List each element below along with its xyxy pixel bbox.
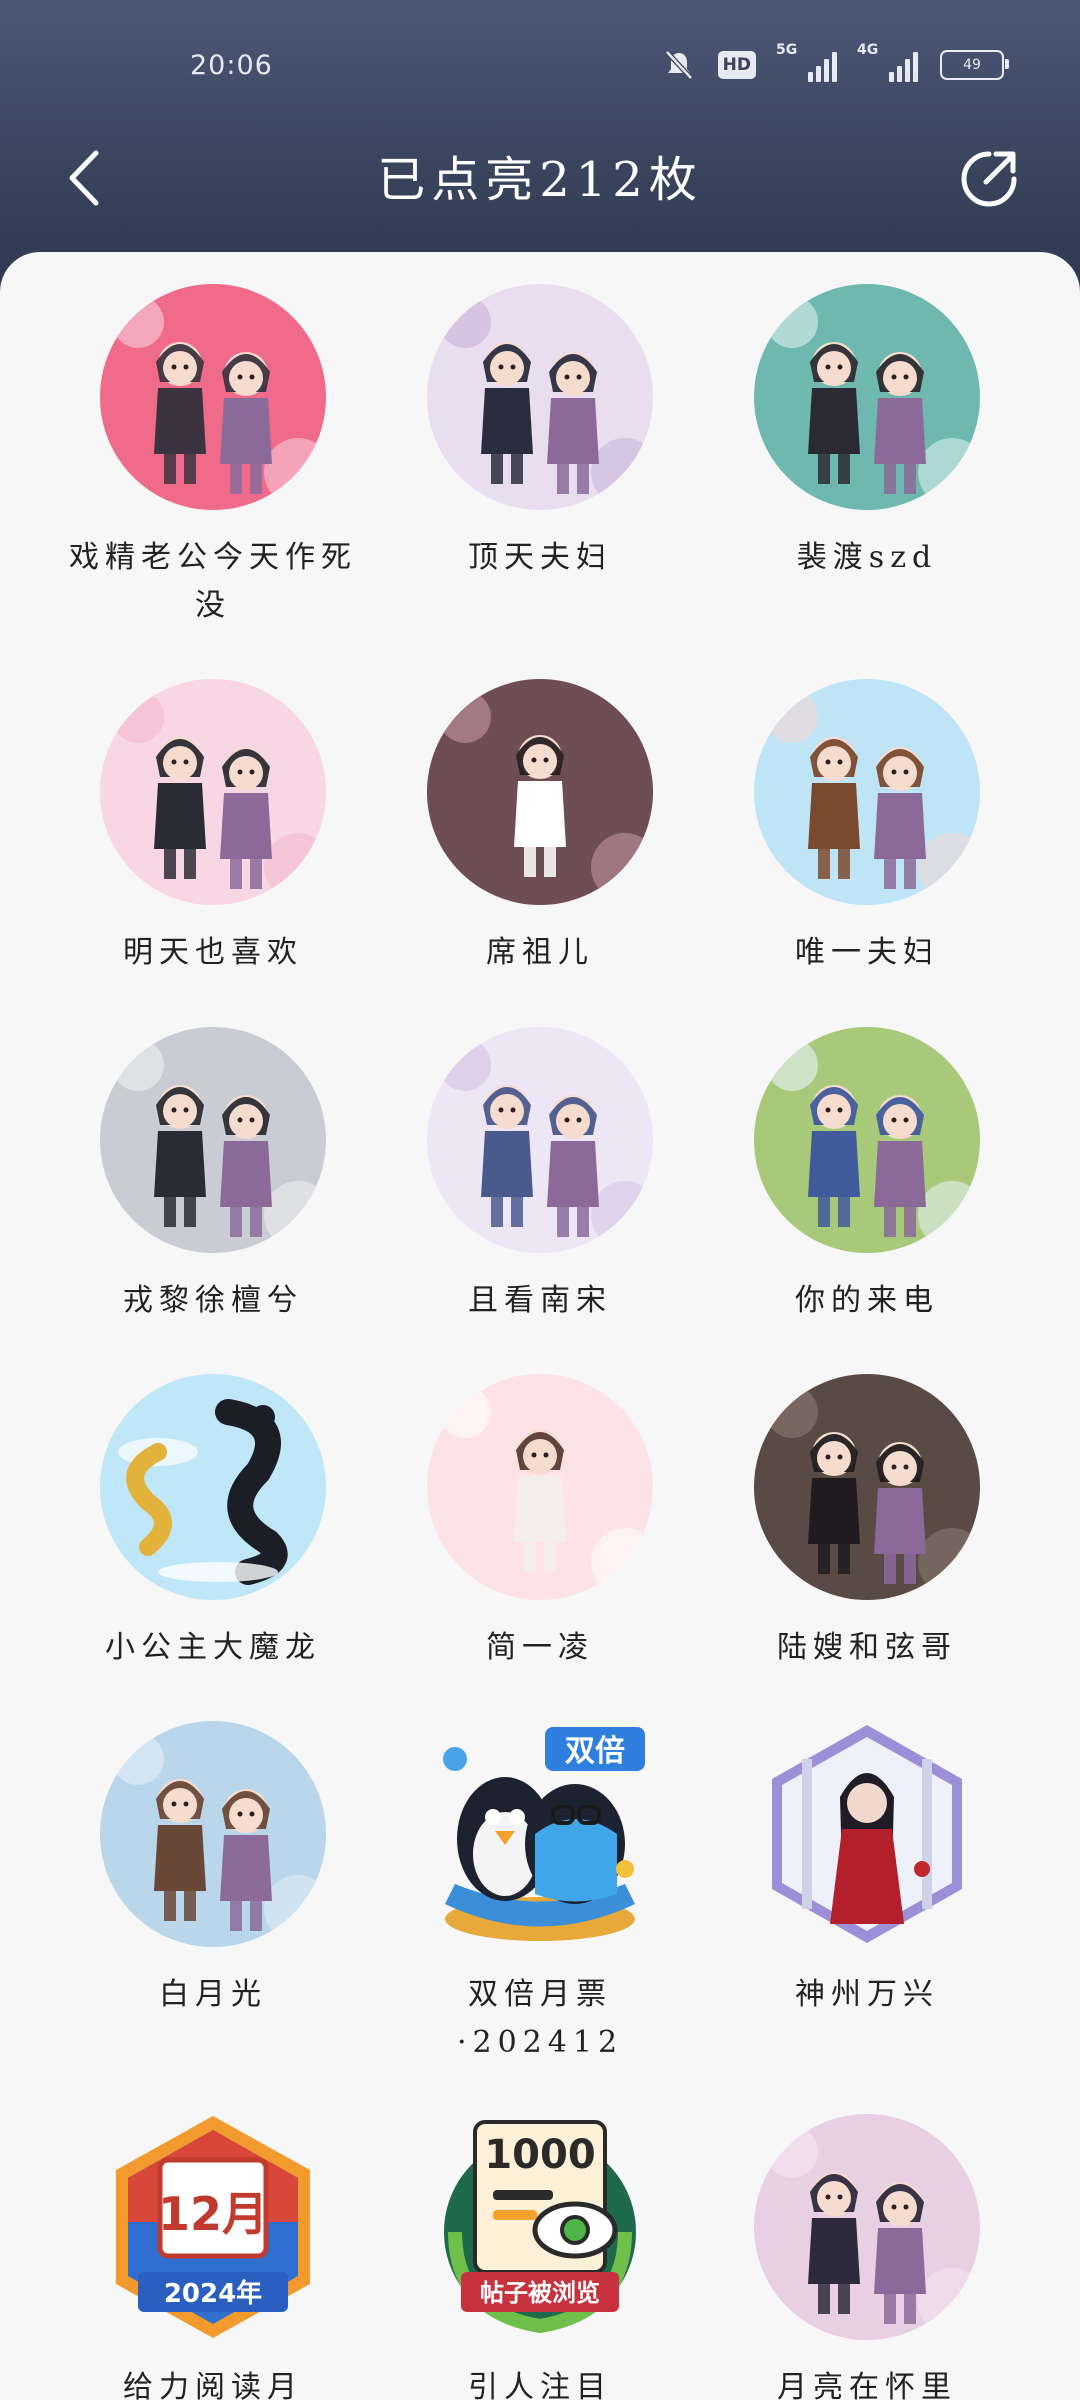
couple-badge-icon xyxy=(425,282,655,512)
badge-label: 且看南宋 xyxy=(468,1283,612,1318)
penguin-badge-icon: 双倍 xyxy=(425,1719,655,1949)
badge-label: 戏精老公今天作死没 xyxy=(69,540,357,623)
signal-5g-icon: 5G xyxy=(776,42,837,82)
status-time: 20:06 xyxy=(190,50,273,81)
couple-badge-icon xyxy=(752,282,982,512)
badge-label: 戎黎徐檀兮 xyxy=(123,1283,303,1318)
battery-icon: 49 xyxy=(940,50,1009,80)
status-icons: HD 5G 4G 49 xyxy=(662,42,1009,82)
badge-item[interactable]: 明天也喜欢 xyxy=(48,677,378,977)
couple-badge-icon xyxy=(425,1025,655,1255)
badge-label: 神州万兴 xyxy=(795,1977,939,2012)
badge-label: 简一凌 xyxy=(486,1630,594,1665)
status-bar: 20:06 HD 5G 4G 49 xyxy=(0,40,1080,96)
badge-item[interactable]: 顶天夫妇 xyxy=(375,282,705,582)
couple-badge-icon xyxy=(752,677,982,907)
badge-label: 引人注目 xyxy=(468,2370,612,2400)
couple-badge-icon xyxy=(98,282,328,512)
badge-label: 席祖儿 xyxy=(486,935,594,970)
couple-badge-icon xyxy=(98,1025,328,1255)
svg-text:双倍: 双倍 xyxy=(565,1734,625,1769)
badge-item[interactable]: 双倍 双倍月票·202412 xyxy=(375,1719,705,2067)
badge-label: 明天也喜欢 xyxy=(123,935,303,970)
badge-item[interactable]: 唯一夫妇 xyxy=(702,677,1032,977)
hd-icon: HD xyxy=(717,51,756,79)
badge-label: 陆嫂和弦哥 xyxy=(777,1630,957,1665)
share-icon[interactable] xyxy=(956,146,1022,212)
couple-badge-icon xyxy=(752,2112,982,2342)
dragon-badge-icon xyxy=(98,1372,328,1602)
page-title: 已点亮212枚 xyxy=(377,152,703,208)
badge-item[interactable]: 神州万兴 xyxy=(702,1719,1032,2019)
badge-item[interactable]: 戏精老公今天作死没 xyxy=(48,282,378,630)
mute-icon xyxy=(664,50,693,80)
badge-label: 双倍月票·202412 xyxy=(456,1977,624,2060)
girl-badge-icon xyxy=(425,677,655,907)
badge-item[interactable]: 陆嫂和弦哥 xyxy=(702,1372,1032,1672)
couple-badge-icon xyxy=(752,1025,982,1255)
svg-text:2024年: 2024年 xyxy=(164,2278,262,2309)
badge-item[interactable]: 白月光 xyxy=(48,1719,378,2019)
badge-sheet: 戏精老公今天作死没 顶天夫妇 裴渡szd 明天也喜欢 席祖儿 唯一夫妇 戎黎徐檀… xyxy=(0,252,1080,2400)
badge-item[interactable]: 且看南宋 xyxy=(375,1025,705,1325)
badge-label: 给力阅读月 xyxy=(123,2370,303,2400)
badge-label: 唯一夫妇 xyxy=(795,935,939,970)
badge-item[interactable]: 小公主大魔龙 xyxy=(48,1372,378,1672)
badge-item[interactable]: 月亮在怀里 xyxy=(702,2112,1032,2400)
couple-badge-icon xyxy=(98,1719,328,1949)
badge-item[interactable]: 简一凌 xyxy=(375,1372,705,1672)
svg-text:12月: 12月 xyxy=(158,2187,268,2241)
badge-item[interactable]: 12月 2024年 给力阅读月 xyxy=(48,2112,378,2400)
badge-item[interactable]: 你的来电 xyxy=(702,1025,1032,1325)
svg-text:帖子被浏览: 帖子被浏览 xyxy=(480,2279,600,2307)
badge-label: 你的来电 xyxy=(795,1283,939,1318)
badge-label: 月亮在怀里 xyxy=(777,2370,957,2400)
badge-item[interactable]: 1000 帖子被浏览 引人注目 xyxy=(375,2112,705,2400)
calendar-badge-icon: 12月 2024年 xyxy=(98,2112,328,2342)
girl-badge-icon xyxy=(425,1372,655,1602)
girl-badge-icon xyxy=(752,1719,982,1949)
badge-label: 小公主大魔龙 xyxy=(105,1630,321,1665)
badge-item[interactable]: 戎黎徐檀兮 xyxy=(48,1025,378,1325)
badge-item[interactable]: 席祖儿 xyxy=(375,677,705,977)
badge-label: 白月光 xyxy=(159,1977,267,2012)
signal-4g-icon: 4G xyxy=(857,42,918,82)
badge-label: 顶天夫妇 xyxy=(468,540,612,575)
couple-badge-icon xyxy=(98,677,328,907)
couple-badge-icon xyxy=(752,1372,982,1602)
badge-label: 裴渡szd xyxy=(796,540,938,575)
svg-text:1000: 1000 xyxy=(484,2132,595,2178)
eye-badge-icon: 1000 帖子被浏览 xyxy=(425,2112,655,2342)
badge-item[interactable]: 裴渡szd xyxy=(702,282,1032,582)
